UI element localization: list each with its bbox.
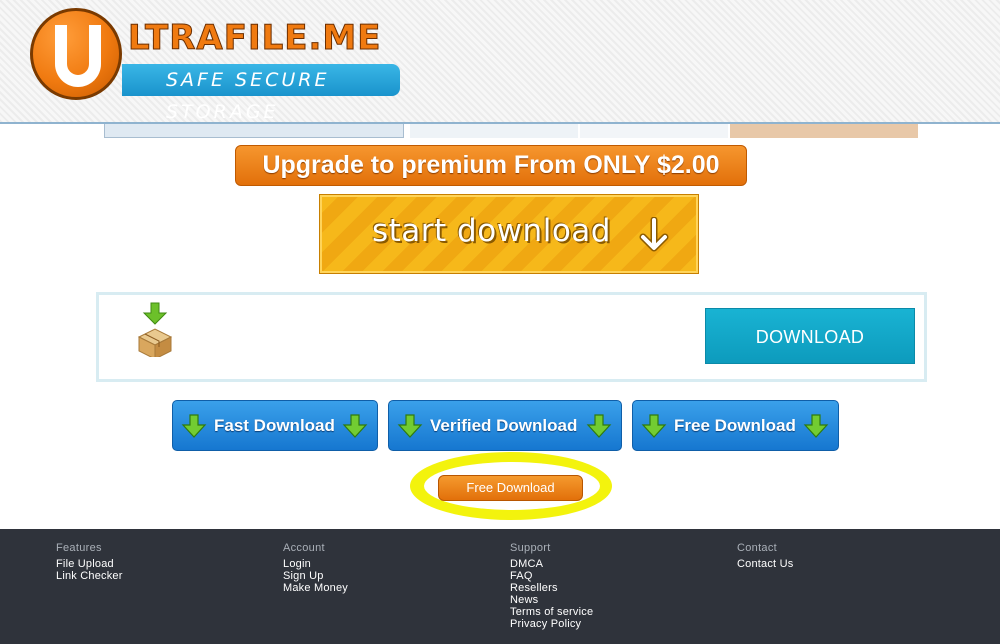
footer-heading: Features xyxy=(56,542,102,554)
logo-tagline: SAFE SECURE STORAGE xyxy=(122,64,400,123)
footer-link-terms[interactable]: Terms of service xyxy=(510,606,593,618)
small-free-download-button[interactable]: Free Download xyxy=(438,475,583,501)
download-button[interactable]: DOWNLOAD xyxy=(705,308,915,364)
fast-download-button[interactable]: Fast Download xyxy=(172,400,378,451)
footer-link-privacy[interactable]: Privacy Policy xyxy=(510,618,593,630)
upgrade-premium-button[interactable]: Upgrade to premium From ONLY $2.00 xyxy=(235,145,747,186)
logo-wordmark: LTRAFILE.ME xyxy=(127,18,382,59)
green-arrow-down-icon xyxy=(803,414,829,438)
verified-download-label: Verified Download xyxy=(430,416,578,435)
site-logo[interactable]: LTRAFILE.ME SAFE SECURE STORAGE xyxy=(30,8,410,123)
footer-link-make-money[interactable]: Make Money xyxy=(283,582,348,594)
footer-heading: Contact xyxy=(737,542,778,554)
footer-heading: Account xyxy=(283,542,325,554)
footer-heading: Support xyxy=(510,542,551,554)
logo-u-emblem xyxy=(30,8,122,100)
fast-download-label: Fast Download xyxy=(214,416,335,435)
banner-strip-4 xyxy=(730,124,918,138)
footer-link-contact-us[interactable]: Contact Us xyxy=(737,558,793,570)
green-arrow-down-icon xyxy=(586,414,612,438)
footer-link-sign-up[interactable]: Sign Up xyxy=(283,570,348,582)
green-arrow-down-icon xyxy=(181,414,207,438)
green-arrow-down-icon xyxy=(641,414,667,438)
free-download-label: Free Download xyxy=(674,416,796,435)
file-panel: DOWNLOAD xyxy=(96,292,927,382)
banner-strip-1 xyxy=(104,124,404,138)
footer-features: Features File Upload Link Checker xyxy=(56,542,123,582)
banner-strip-3 xyxy=(580,124,728,138)
footer-link-link-checker[interactable]: Link Checker xyxy=(56,570,123,582)
footer-link-resellers[interactable]: Resellers xyxy=(510,582,593,594)
footer-contact: Contact Contact Us xyxy=(737,542,793,570)
package-download-icon xyxy=(137,302,173,357)
start-download-button[interactable]: start download xyxy=(319,194,699,274)
footer-link-faq[interactable]: FAQ xyxy=(510,570,593,582)
free-download-button[interactable]: Free Download xyxy=(632,400,839,451)
green-arrow-down-icon xyxy=(342,414,368,438)
green-arrow-down-icon xyxy=(397,414,423,438)
verified-download-button[interactable]: Verified Download xyxy=(388,400,622,451)
footer-account: Account Login Sign Up Make Money xyxy=(283,542,348,594)
site-header: LTRAFILE.ME SAFE SECURE STORAGE xyxy=(0,0,1000,124)
footer-link-login[interactable]: Login xyxy=(283,558,348,570)
footer-support: Support DMCA FAQ Resellers News Terms of… xyxy=(510,542,593,630)
footer-link-news[interactable]: News xyxy=(510,594,593,606)
logo-u-letter xyxy=(55,25,101,87)
footer-link-file-upload[interactable]: File Upload xyxy=(56,558,123,570)
start-download-label: start download xyxy=(372,213,611,249)
arrow-down-icon xyxy=(639,217,669,252)
banner-strip-2 xyxy=(410,124,578,138)
site-footer: Features File Upload Link Checker Accoun… xyxy=(0,529,1000,644)
footer-link-dmca[interactable]: DMCA xyxy=(510,558,593,570)
